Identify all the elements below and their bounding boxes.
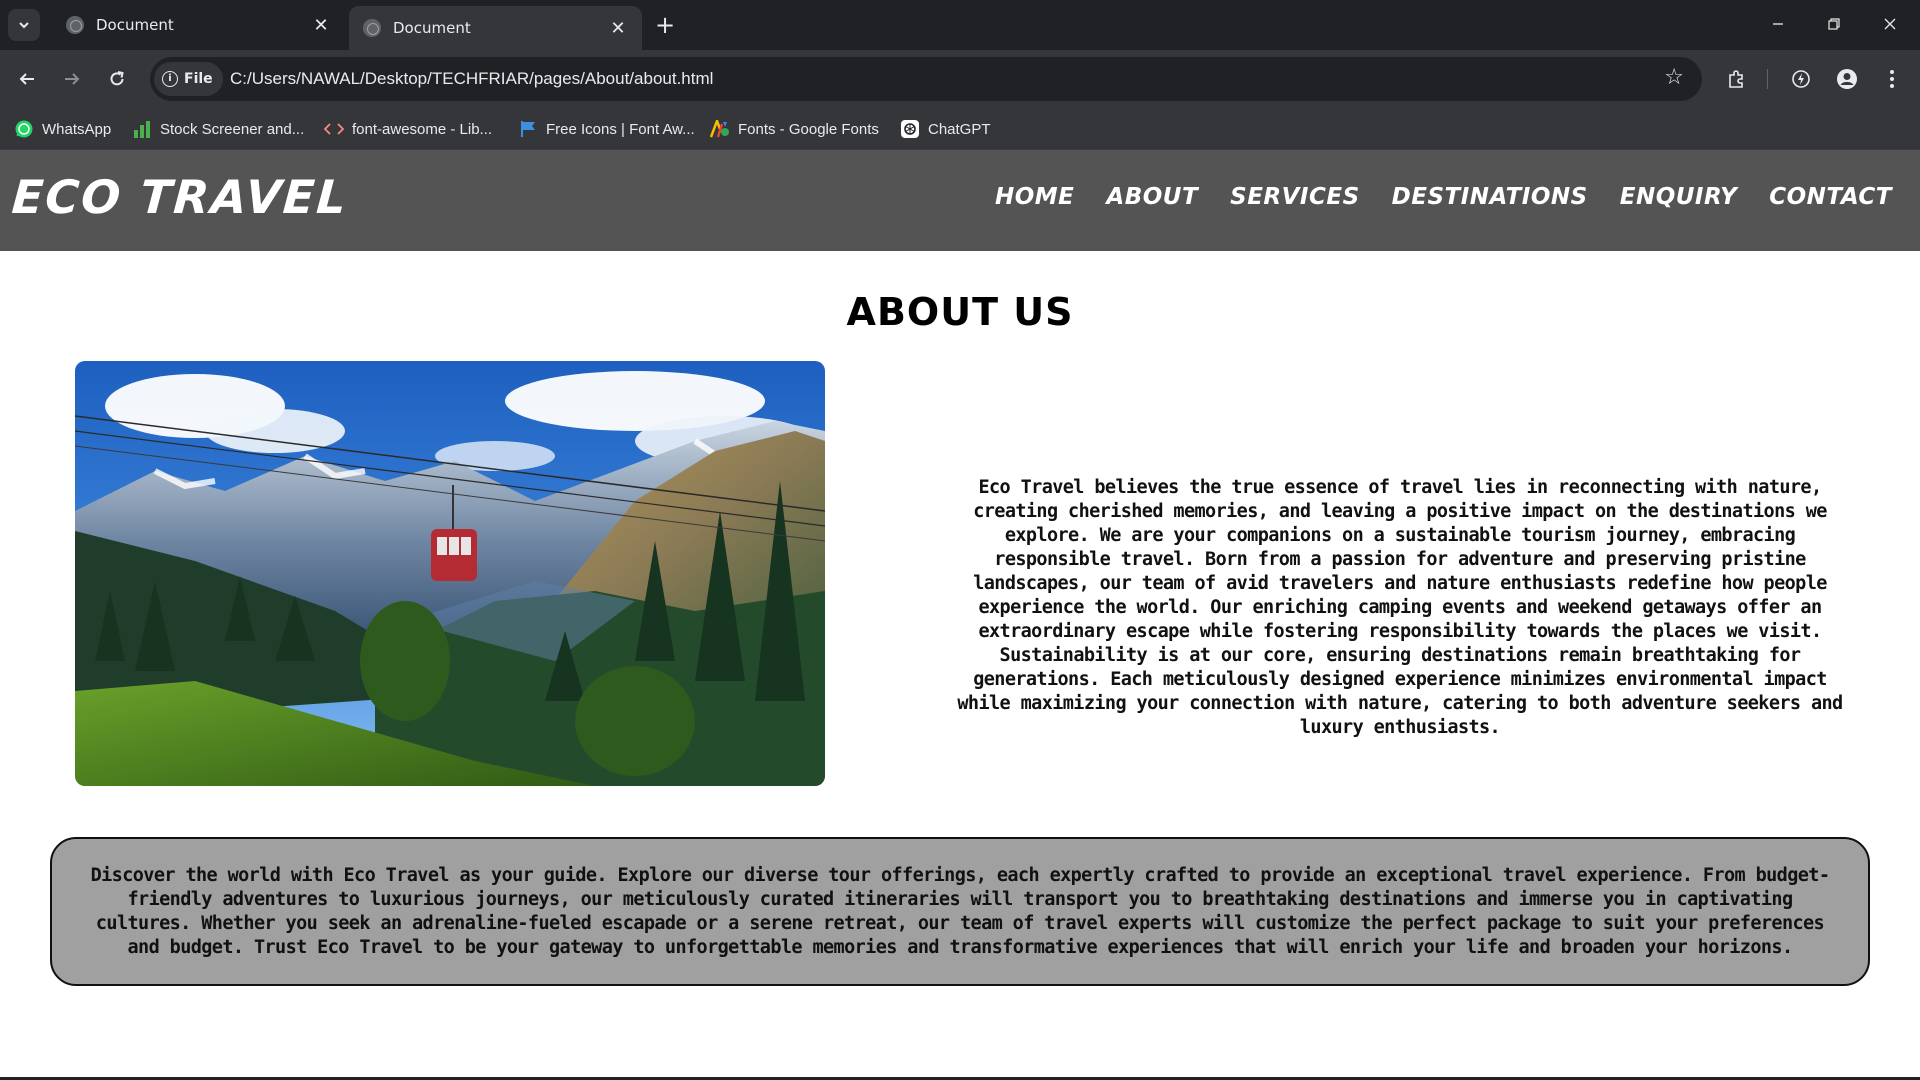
bookmark-label: ChatGPT	[928, 120, 991, 138]
bookmark-label: WhatsApp	[42, 120, 112, 138]
minimize-icon[interactable]	[1750, 0, 1806, 48]
nav-home[interactable]: HOME	[995, 184, 1074, 210]
bookmark-star-icon[interactable]: ☆	[1664, 65, 1684, 90]
globe-icon	[66, 16, 84, 34]
bar-chart-icon	[132, 119, 152, 139]
chatgpt-icon	[900, 119, 920, 139]
url-text[interactable]: C:/Users/NAWAL/Desktop/TECHFRIAR/pages/A…	[230, 57, 713, 101]
address-bar[interactable]: i File C:/Users/NAWAL/Desktop/TECHFRIAR/…	[150, 57, 1702, 101]
close-icon[interactable]: ✕	[608, 18, 628, 39]
about-paragraph: Eco Travel believes the true essence of …	[957, 477, 1843, 738]
nav-about[interactable]: ABOUT	[1106, 184, 1198, 210]
window-close-icon[interactable]	[1862, 0, 1918, 48]
nav-enquiry[interactable]: ENQUIRY	[1620, 184, 1738, 210]
toolbar-divider	[1767, 69, 1768, 89]
bookmark-chatgpt[interactable]: ChatGPT	[900, 108, 991, 150]
code-icon	[324, 119, 344, 139]
nav-services[interactable]: SERVICES	[1230, 184, 1360, 210]
discover-paragraph: Discover the world with Eco Travel as yo…	[90, 864, 1830, 958]
arrow-left-icon	[19, 73, 34, 85]
page-title: ABOUT US	[846, 290, 1074, 334]
bookmark-font-awesome-lib[interactable]: font-awesome - Lib...	[324, 108, 492, 150]
browser-toolbar: i File C:/Users/NAWAL/Desktop/TECHFRIAR/…	[0, 50, 1920, 108]
tab-title: Document	[393, 19, 471, 37]
tab-title: Document	[96, 16, 174, 34]
site-logo[interactable]: ECO TRAVEL	[10, 170, 350, 224]
globe-icon	[363, 19, 381, 37]
profile-avatar-icon[interactable]	[1832, 64, 1862, 94]
google-fonts-icon	[710, 119, 730, 139]
discover-box: Discover the world with Eco Travel as yo…	[50, 837, 1870, 986]
nav-contact[interactable]: CONTACT	[1769, 184, 1892, 210]
bookmark-label: Stock Screener and...	[160, 120, 305, 138]
bookmarks-bar: WhatsApp Stock Screener and... font-awes…	[0, 108, 1920, 150]
nav-destinations[interactable]: DESTINATIONS	[1392, 184, 1588, 210]
site-header: ECO TRAVEL HOME ABOUT SERVICES DESTINATI…	[0, 150, 1920, 251]
tab-document-2[interactable]: Document ✕	[349, 6, 642, 50]
new-tab-button[interactable]: +	[650, 10, 680, 40]
file-chip-label: File	[184, 71, 213, 87]
whatsapp-icon	[14, 119, 34, 139]
extensions-icon[interactable]	[1721, 64, 1751, 94]
bookmark-label: Fonts - Google Fonts	[738, 120, 879, 138]
bookmark-google-fonts[interactable]: Fonts - Google Fonts	[710, 108, 879, 150]
tab-document-1[interactable]: Document ✕	[52, 6, 345, 44]
bookmark-whatsapp[interactable]: WhatsApp	[14, 108, 111, 150]
performance-icon[interactable]	[1786, 64, 1816, 94]
bookmark-stock-screener[interactable]: Stock Screener and...	[132, 108, 304, 150]
close-icon[interactable]: ✕	[311, 15, 331, 36]
arrow-right-icon	[65, 73, 80, 85]
tab-strip: Document ✕ Document ✕ +	[0, 0, 1920, 50]
bookmark-free-icons[interactable]: Free Icons | Font Aw...	[518, 108, 695, 150]
main-nav: HOME ABOUT SERVICES DESTINATIONS ENQUIRY…	[995, 184, 1892, 210]
bookmark-label: font-awesome - Lib...	[352, 120, 493, 138]
more-menu-icon[interactable]	[1877, 64, 1907, 94]
bookmark-label: Free Icons | Font Aw...	[546, 120, 695, 138]
reload-button[interactable]	[100, 62, 134, 96]
forward-button[interactable]	[55, 62, 89, 96]
info-icon: i	[162, 71, 178, 87]
tab-search-button[interactable]	[8, 9, 40, 41]
cable-car-mountain-image	[75, 361, 825, 786]
restore-icon[interactable]	[1806, 0, 1862, 48]
flag-icon	[518, 119, 538, 139]
site-info-chip[interactable]: i File	[154, 62, 223, 96]
back-button[interactable]	[10, 62, 44, 96]
chevron-down-icon	[19, 22, 29, 29]
reload-icon	[110, 71, 124, 86]
